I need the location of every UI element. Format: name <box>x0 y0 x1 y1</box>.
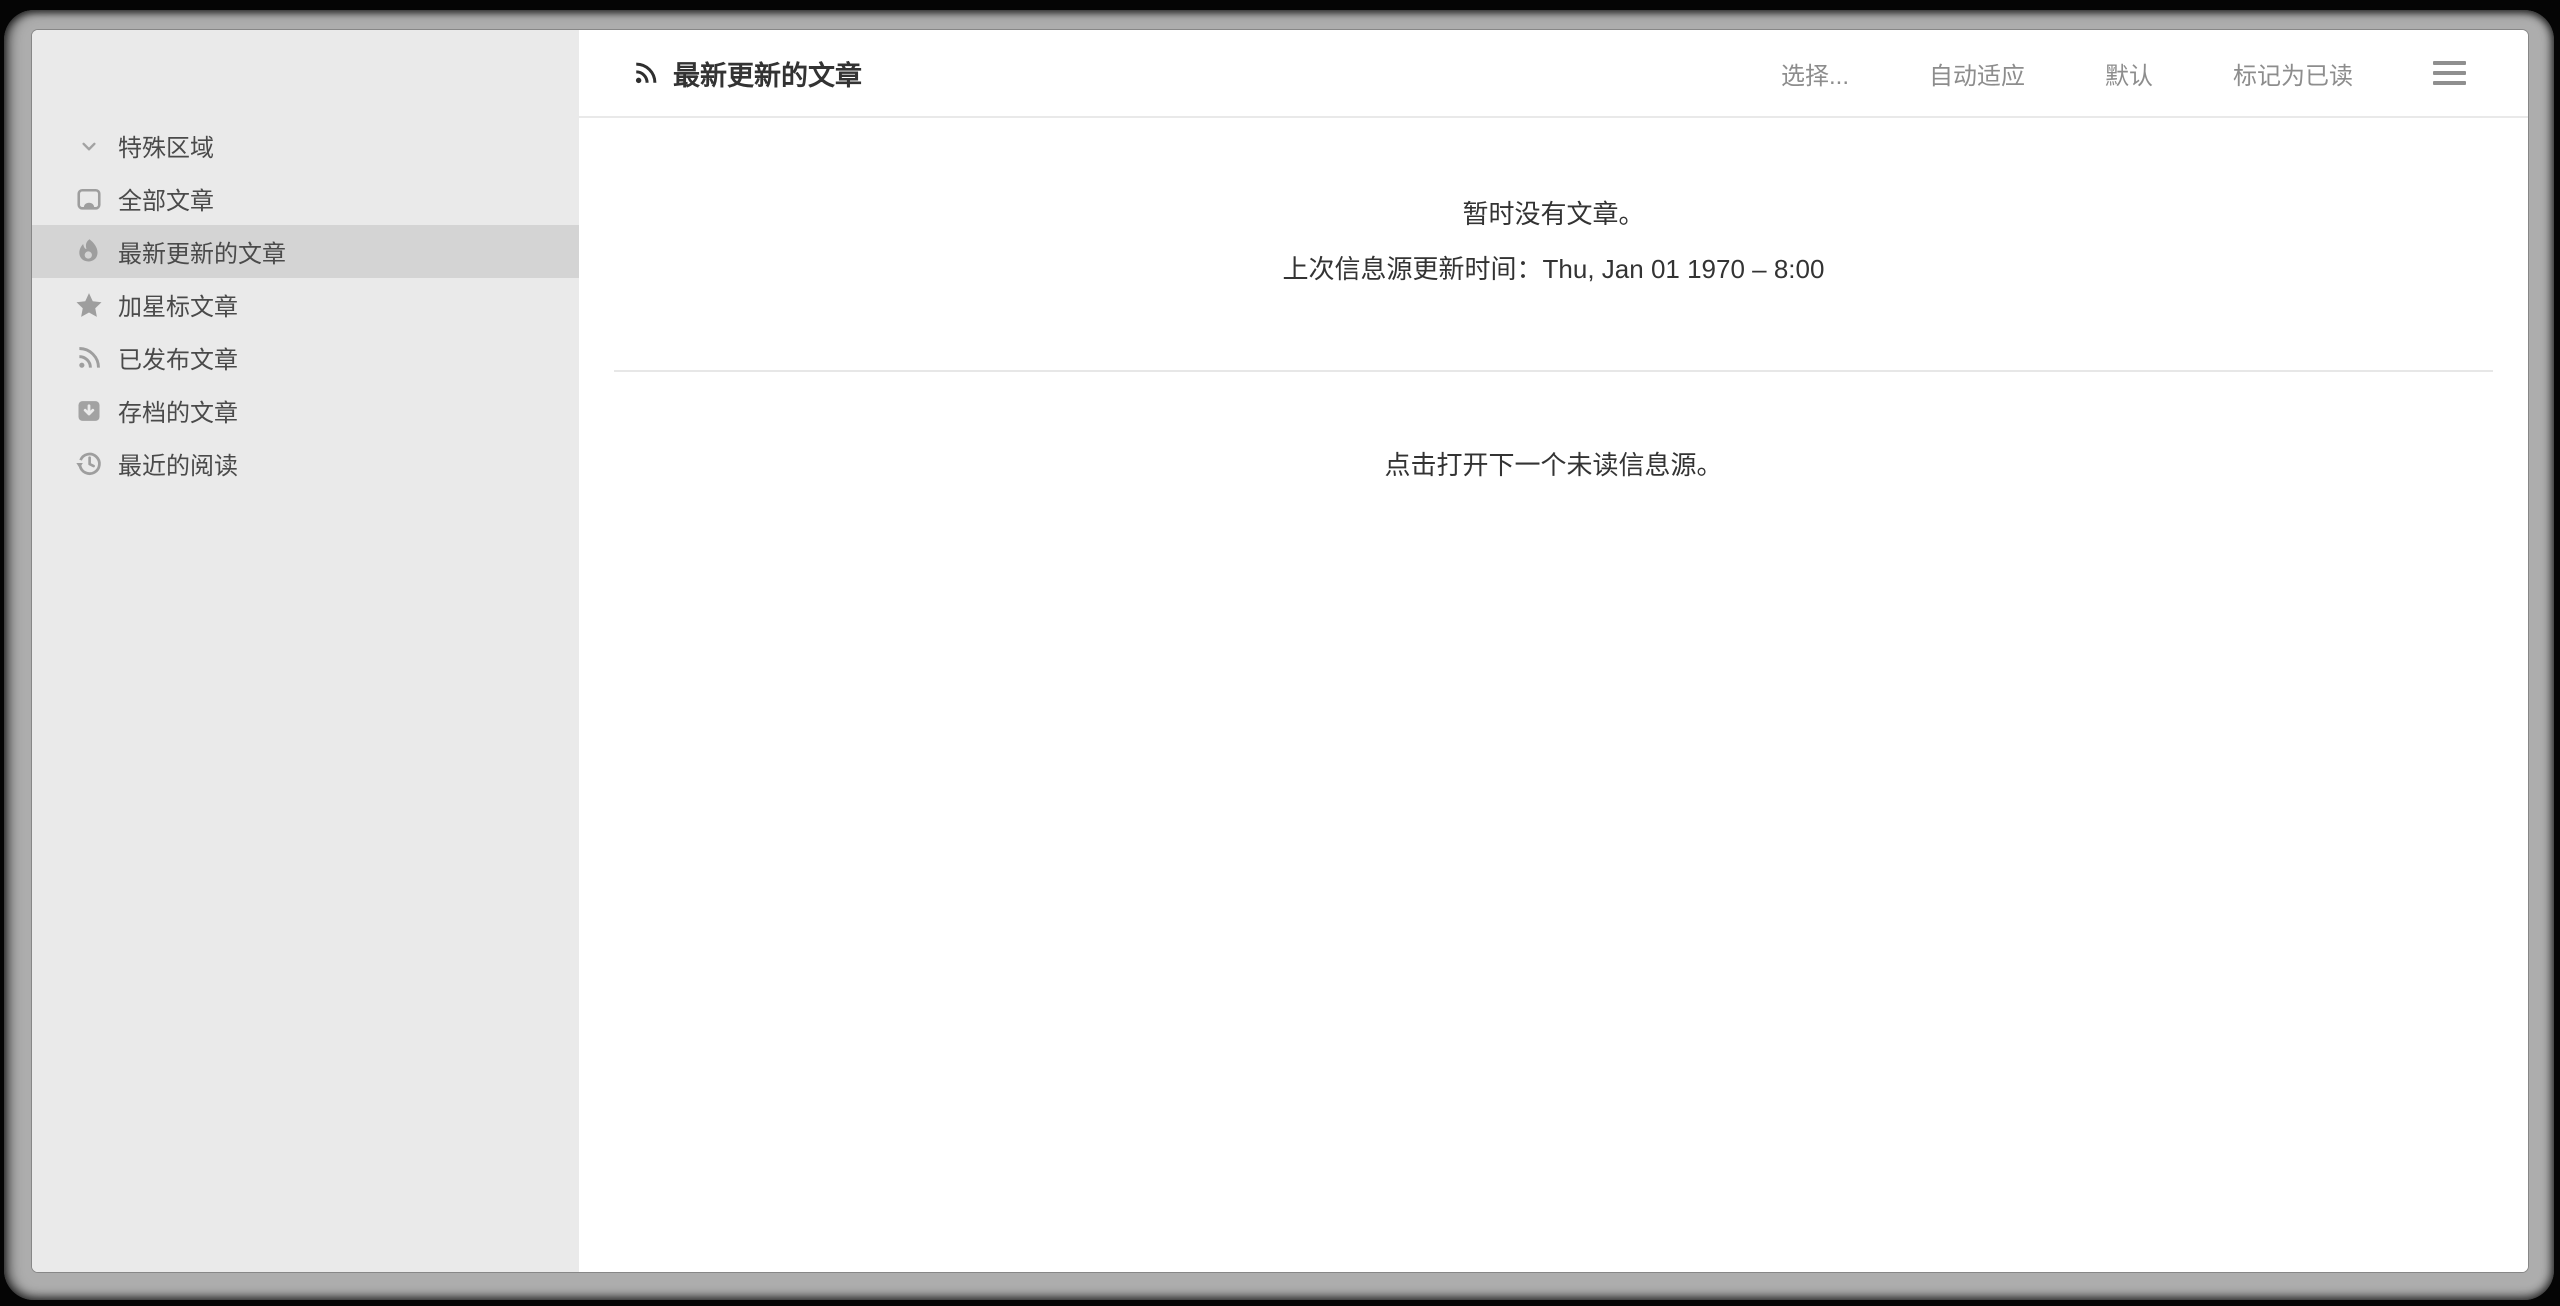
sidebar-item-label: 全部文章 <box>118 181 214 216</box>
default-view-button[interactable]: 默认 <box>2105 56 2153 91</box>
hamburger-menu-icon[interactable] <box>2433 57 2466 89</box>
sidebar-item-all-articles[interactable]: 全部文章 <box>32 172 579 225</box>
sidebar-item-label: 存档的文章 <box>118 393 238 428</box>
app-window: 特殊区域 全部文章 最新更新的文章 <box>32 30 2528 1272</box>
page-title-group: 最新更新的文章 <box>633 54 862 93</box>
sidebar-item-archived[interactable]: 存档的文章 <box>32 384 579 437</box>
next-unread-hint[interactable]: 点击打开下一个未读信息源。 <box>579 452 2528 478</box>
rss-icon <box>633 60 659 86</box>
divider <box>614 370 2493 372</box>
star-icon <box>72 288 106 322</box>
sidebar-item-label: 最近的阅读 <box>118 446 238 481</box>
archive-icon <box>72 394 106 428</box>
auto-fit-button[interactable]: 自动适应 <box>1929 56 2025 91</box>
history-icon <box>72 447 106 481</box>
sidebar-item-recently-read[interactable]: 最近的阅读 <box>32 437 579 490</box>
empty-state-message: 暂时没有文章。 <box>579 201 2528 227</box>
flame-icon <box>72 235 106 269</box>
chevron-down-icon <box>72 129 106 163</box>
page-title: 最新更新的文章 <box>673 54 862 93</box>
screen: 特殊区域 全部文章 最新更新的文章 <box>0 0 2560 1306</box>
mark-as-read-button[interactable]: 标记为已读 <box>2233 56 2353 91</box>
sidebar-item-label: 最新更新的文章 <box>118 234 286 269</box>
sidebar-item-label: 加星标文章 <box>118 287 238 322</box>
sidebar-item-recently-updated[interactable]: 最新更新的文章 <box>32 225 579 278</box>
sidebar-group-special-area[interactable]: 特殊区域 <box>32 119 579 172</box>
sidebar-item-label: 已发布文章 <box>118 340 238 375</box>
rss-icon <box>72 341 106 375</box>
sidebar: 特殊区域 全部文章 最新更新的文章 <box>32 30 579 1272</box>
sidebar-item-label: 特殊区域 <box>118 128 214 163</box>
last-update-time: 上次信息源更新时间：Thu, Jan 01 1970 – 8:00 <box>579 256 2528 282</box>
sidebar-item-published[interactable]: 已发布文章 <box>32 331 579 384</box>
main-pane: 最新更新的文章 选择... 自动适应 默认 标记为已读 暂时没有文章。 上次信息… <box>579 30 2528 1272</box>
article-list-area: 暂时没有文章。 上次信息源更新时间：Thu, Jan 01 1970 – 8:0… <box>579 118 2528 1272</box>
sidebar-item-starred[interactable]: 加星标文章 <box>32 278 579 331</box>
main-header: 最新更新的文章 选择... 自动适应 默认 标记为已读 <box>579 30 2528 118</box>
toolbar: 选择... 自动适应 默认 标记为已读 <box>1781 56 2466 91</box>
inbox-icon <box>72 182 106 216</box>
select-button[interactable]: 选择... <box>1781 56 1849 91</box>
